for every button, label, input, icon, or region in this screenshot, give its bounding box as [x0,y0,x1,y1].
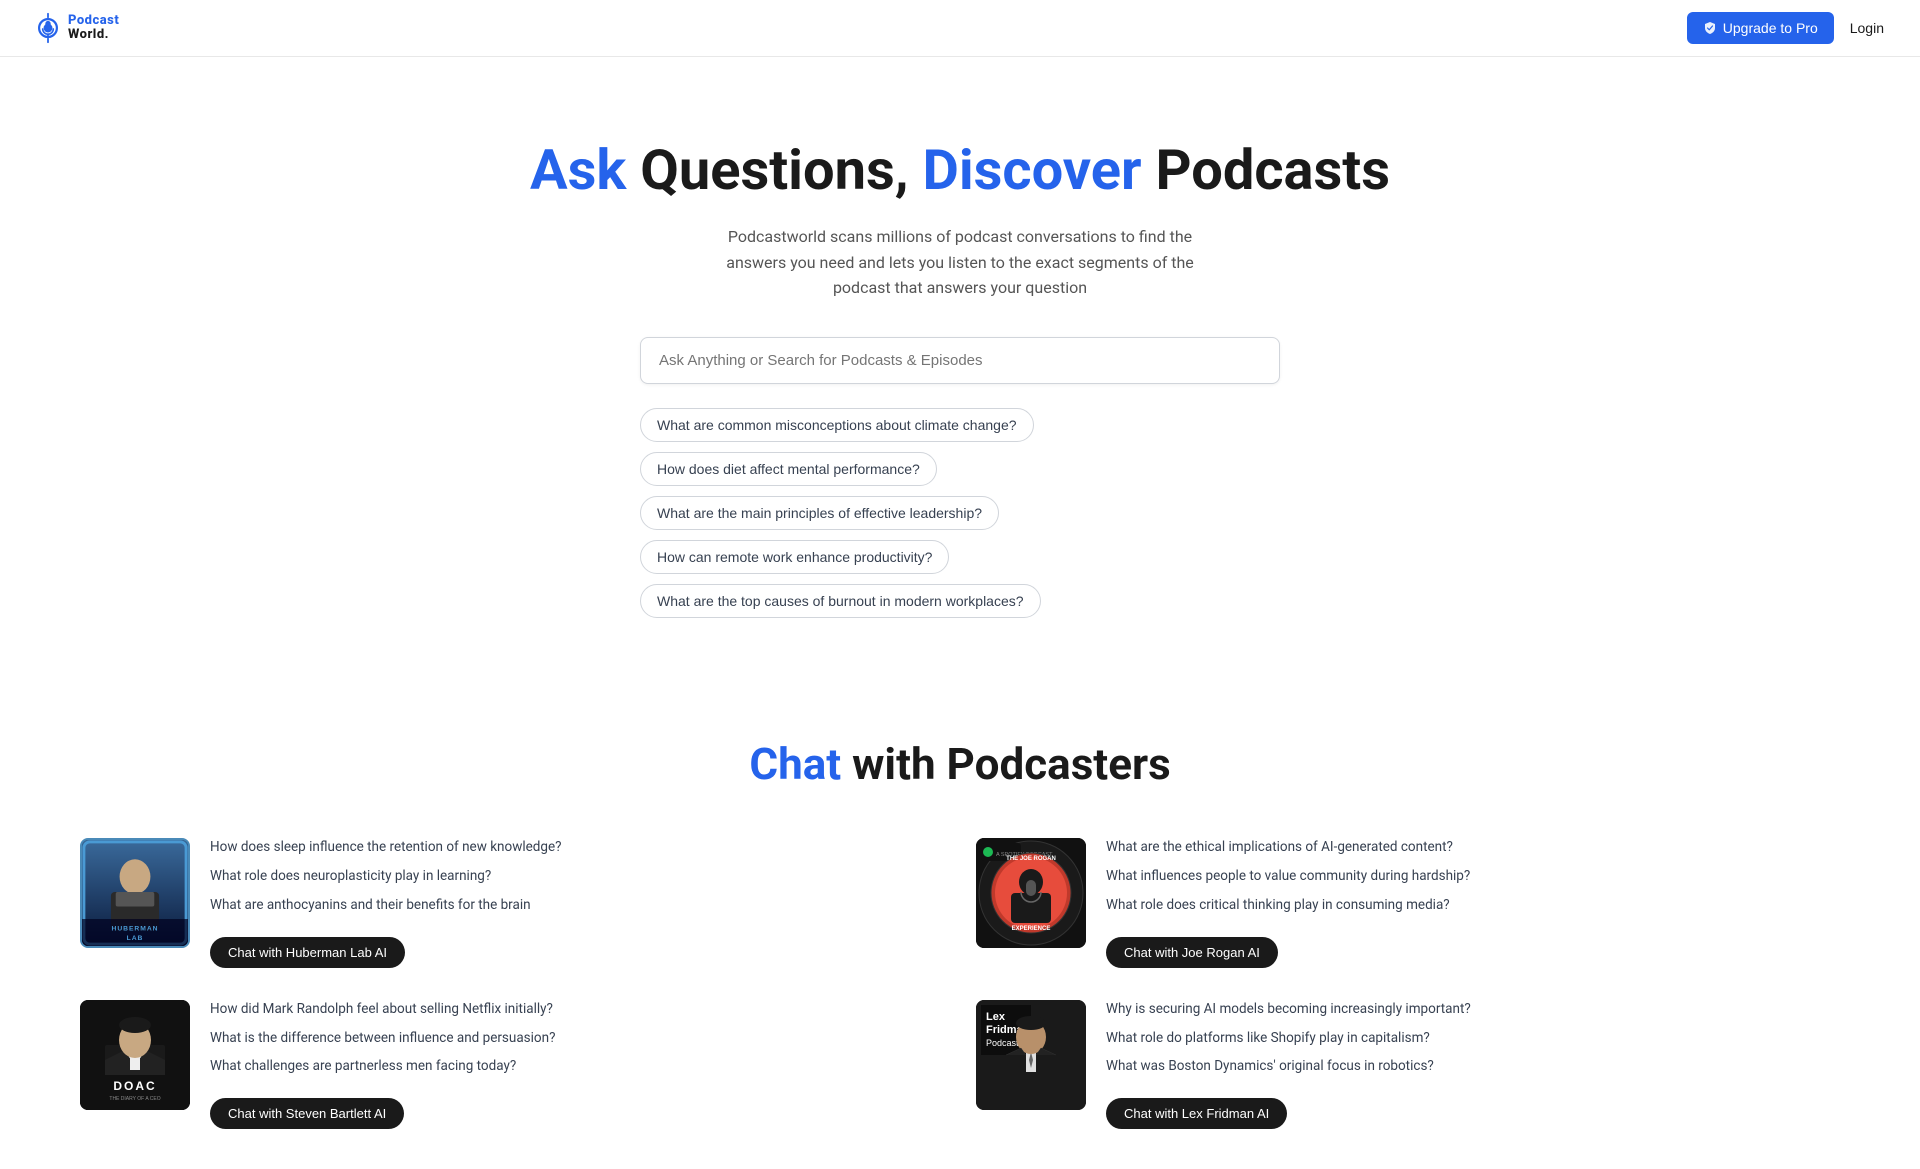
search-container [640,337,1280,384]
podcast-card-doac: DOAC THE DIARY OF A CEO How did Mark Ran… [80,1000,944,1130]
huberman-artwork: HUBERMAN LAB [82,838,188,948]
search-input[interactable] [640,337,1280,384]
chat-section: Chat with Podcasters [0,678,1920,1169]
logo-icon [32,12,64,44]
huberman-thumbnail: HUBERMAN LAB [80,838,190,948]
doac-thumbnail: DOAC THE DIARY OF A CEO [80,1000,190,1110]
lex-artwork: Lex Fridman Podcast [976,1000,1086,1110]
podcasts-grid: HUBERMAN LAB How does sleep influence th… [80,838,1840,1129]
podcast-card-lex: Lex Fridman Podcast [976,1000,1840,1130]
suggestion-pills: What are common misconceptions about cli… [640,408,1280,618]
svg-text:EXPERIENCE: EXPERIENCE [1012,926,1051,932]
doac-artwork: DOAC THE DIARY OF A CEO [80,1000,190,1110]
jre-questions: What are the ethical implications of AI-… [1106,838,1840,968]
huberman-q1: How does sleep influence the retention o… [210,838,944,857]
suggestion-pill-4[interactable]: How can remote work enhance productivity… [640,540,949,574]
lex-thumbnail: Lex Fridman Podcast [976,1000,1086,1110]
svg-text:THE DIARY OF A CEO: THE DIARY OF A CEO [109,1096,160,1102]
doac-q3: What challenges are partnerless men faci… [210,1057,944,1076]
svg-text:HUBERMAN: HUBERMAN [112,926,159,933]
doac-questions: How did Mark Randolph feel about selling… [210,1000,944,1130]
podcast-card-jre: A SPOTIFY PODCAST THE JOE ROGAN EXPERIEN… [976,838,1840,968]
jre-q2: What influences people to value communit… [1106,867,1840,886]
logo[interactable]: Podcast World. [32,12,119,44]
shield-icon [1703,21,1717,35]
huberman-q3: What are anthocyanins and their benefits… [210,896,944,915]
header-right: Upgrade to Pro Login [1687,12,1888,44]
jre-artwork: A SPOTIFY PODCAST THE JOE ROGAN EXPERIEN… [976,838,1086,948]
podcast-card-huberman: HUBERMAN LAB How does sleep influence th… [80,838,944,968]
chat-section-title: Chat with Podcasters [80,738,1840,790]
jre-thumbnail: A SPOTIFY PODCAST THE JOE ROGAN EXPERIEN… [976,838,1086,948]
doac-q1: How did Mark Randolph feel about selling… [210,1000,944,1019]
jre-q3: What role does critical thinking play in… [1106,896,1840,915]
lex-chat-button[interactable]: Chat with Lex Fridman AI [1106,1098,1287,1129]
lex-q2: What role do platforms like Shopify play… [1106,1029,1840,1048]
login-button[interactable]: Login [1846,12,1888,44]
huberman-questions: How does sleep influence the retention o… [210,838,944,968]
header: Podcast World. Upgrade to Pro Login [0,0,1920,57]
svg-text:LAB: LAB [127,935,144,942]
suggestion-pill-5[interactable]: What are the top causes of burnout in mo… [640,584,1041,618]
hero-title: Ask Questions, Discover Podcasts [20,137,1900,204]
huberman-q2: What role does neuroplasticity play in l… [210,867,944,886]
upgrade-button[interactable]: Upgrade to Pro [1687,12,1834,44]
svg-text:DOAC: DOAC [113,1079,156,1093]
jre-chat-button[interactable]: Chat with Joe Rogan AI [1106,937,1278,968]
suggestion-pill-2[interactable]: How does diet affect mental performance? [640,452,937,486]
doac-chat-button[interactable]: Chat with Steven Bartlett AI [210,1098,404,1129]
suggestion-pill-3[interactable]: What are the main principles of effectiv… [640,496,999,530]
suggestion-pill-1[interactable]: What are common misconceptions about cli… [640,408,1034,442]
lex-q3: What was Boston Dynamics' original focus… [1106,1057,1840,1076]
hero-subtitle: Podcastworld scans millions of podcast c… [700,224,1220,301]
jre-q1: What are the ethical implications of AI-… [1106,838,1840,857]
hero-section: Ask Questions, Discover Podcasts Podcast… [0,57,1920,678]
logo-text: Podcast World. [68,13,119,42]
lex-questions: Why is securing AI models becoming incre… [1106,1000,1840,1130]
svg-text:THE JOE ROGAN: THE JOE ROGAN [1006,856,1056,862]
lex-q1: Why is securing AI models becoming incre… [1106,1000,1840,1019]
doac-q2: What is the difference between influence… [210,1029,944,1048]
svg-text:Podcast: Podcast [986,1038,1019,1048]
svg-text:Lex: Lex [986,1011,1006,1023]
huberman-chat-button[interactable]: Chat with Huberman Lab AI [210,937,405,968]
